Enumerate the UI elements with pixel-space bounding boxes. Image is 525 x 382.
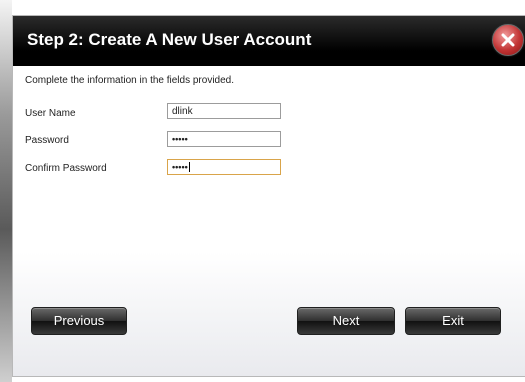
username-input[interactable]: dlink (167, 103, 281, 119)
create-user-dialog: Step 2: Create A New User Account Comple… (12, 15, 525, 377)
username-label: User Name (25, 108, 76, 119)
background-edge (0, 0, 12, 382)
exit-button[interactable]: Exit (405, 307, 501, 335)
username-value: dlink (172, 106, 193, 117)
password-label: Password (25, 135, 69, 146)
close-icon (501, 33, 515, 47)
confirm-password-label: Confirm Password (25, 163, 107, 174)
confirm-password-value: ••••• (172, 162, 188, 172)
confirm-password-input[interactable]: ••••• (167, 159, 281, 175)
password-input[interactable]: ••••• (167, 131, 281, 147)
dialog-title: Step 2: Create A New User Account (27, 30, 312, 49)
dialog-title-bar: Step 2: Create A New User Account (13, 16, 525, 66)
next-button[interactable]: Next (297, 307, 395, 335)
text-cursor (188, 162, 190, 173)
password-value: ••••• (172, 134, 188, 144)
close-button[interactable] (492, 24, 524, 56)
instructions-text: Complete the information in the fields p… (25, 75, 235, 86)
previous-button[interactable]: Previous (31, 307, 127, 335)
